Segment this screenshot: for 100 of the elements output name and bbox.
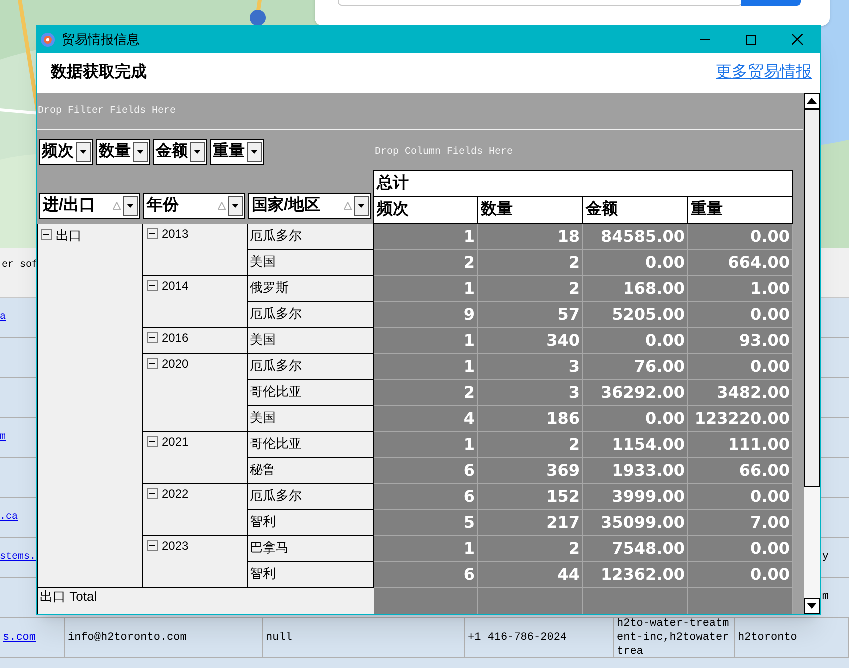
data-cell: 2 [478, 276, 583, 302]
data-cell: 369 [478, 458, 583, 484]
row-header: 2020 [162, 358, 189, 370]
row-header: 出口 [56, 229, 82, 242]
field-button[interactable]: 数量 [96, 139, 150, 165]
link[interactable]: m [0, 430, 6, 445]
dropdown-button[interactable] [247, 142, 262, 162]
data-cell: 5205.00 [583, 302, 688, 328]
row-header: 智利 [248, 510, 374, 536]
row-header: 俄罗斯 [248, 276, 374, 302]
row-header: 2021 [162, 436, 189, 448]
drop-zone-hint: Drop Filter Fields Here [38, 104, 176, 118]
data-cell: 0.00 [688, 302, 793, 328]
data-cell: 111.00 [688, 432, 793, 458]
row-header: 秘鲁 [248, 458, 374, 484]
data-cell: 123220.00 [688, 406, 793, 432]
up-arrow-icon [807, 98, 817, 104]
scroll-up-button[interactable] [804, 93, 820, 109]
down-arrow-icon [807, 603, 817, 609]
data-cell: 152 [478, 484, 583, 510]
data-cell: 1.00 [688, 276, 793, 302]
more-link[interactable]: 更多贸易情报 [716, 61, 812, 85]
scroll-down-button[interactable] [804, 598, 820, 614]
data-cell: 340 [478, 328, 583, 354]
data-cell: 84585.00 [583, 224, 688, 250]
collapse-icon[interactable] [41, 229, 52, 240]
data-cell: 7548.00 [583, 536, 688, 562]
dropdown-button[interactable] [76, 142, 91, 162]
data-cell: 217 [478, 510, 583, 536]
field-button[interactable]: 国家/地区 [248, 193, 371, 219]
data-cell: 3 [478, 380, 583, 406]
data-cell: 0.00 [688, 354, 793, 380]
data-cell: 12362.00 [583, 562, 688, 588]
row-header: 厄瓜多尔 [248, 302, 374, 328]
dropdown-button[interactable] [190, 142, 205, 162]
row-header: 美国 [248, 250, 374, 276]
data-cell: 2 [374, 380, 478, 406]
data-cell: 93.00 [688, 328, 793, 354]
data-cell: 44 [478, 562, 583, 588]
data-cell: 1 [374, 276, 478, 302]
link[interactable]: stems. [0, 550, 36, 565]
table-cell: h2to-water-treatment-inc,h2towatertrea [614, 618, 735, 657]
sort-icon [113, 202, 121, 210]
data-cell: 18 [478, 224, 583, 250]
data-cell: 5 [374, 510, 478, 536]
field-button[interactable]: 进/出口 [39, 193, 140, 219]
table-cell: null [263, 618, 465, 657]
data-cell: 1 [374, 432, 478, 458]
field-button[interactable]: 金额 [153, 139, 207, 165]
row-header: 哥伦比亚 [248, 432, 374, 458]
data-cell: 0.00 [583, 328, 688, 354]
close-icon [792, 34, 802, 45]
data-cell: 6 [374, 562, 478, 588]
cell-text: y [822, 550, 830, 566]
scroll-thumb[interactable] [804, 109, 820, 487]
link[interactable]: .ca [0, 510, 18, 525]
collapse-icon[interactable] [147, 228, 158, 239]
data-cell: 0.00 [688, 484, 793, 510]
caret-icon [358, 204, 365, 208]
column-header: 数量 [478, 197, 583, 224]
row-header: 智利 [248, 562, 374, 588]
scrollbar[interactable] [803, 93, 820, 614]
data-cell: 1933.00 [583, 458, 688, 484]
data-cell: 35099.00 [583, 510, 688, 536]
row-header: 美国 [248, 328, 374, 354]
column-header: 总计 [373, 170, 793, 197]
data-cell: 3999.00 [583, 484, 688, 510]
collapse-icon[interactable] [147, 436, 158, 447]
data-cell: 2 [478, 250, 583, 276]
data-cell: 168.00 [583, 276, 688, 302]
link[interactable]: a [0, 310, 6, 325]
drop-zone-hint: Drop Column Fields Here [375, 146, 514, 160]
collapse-icon[interactable] [147, 332, 158, 343]
collapse-icon[interactable] [147, 280, 158, 291]
status-text: 数据获取完成 [51, 62, 147, 83]
collapse-icon[interactable] [147, 540, 158, 551]
data-cell: 0.00 [583, 250, 688, 276]
field-button[interactable]: 重量 [210, 139, 264, 165]
data-cell: 7.00 [688, 510, 793, 536]
table-cell: h2toronto [735, 618, 849, 657]
data-cell: 9 [374, 302, 478, 328]
link[interactable]: s.com [0, 618, 65, 657]
row-header: 出口 Total [37, 588, 374, 614]
app-icon [40, 32, 56, 48]
field-button[interactable]: 年份 [143, 193, 245, 219]
dropdown-button[interactable] [133, 142, 148, 162]
dropdown-button[interactable] [123, 196, 138, 216]
data-cell: 1154.00 [583, 432, 688, 458]
data-cell: 0.00 [688, 562, 793, 588]
collapse-icon[interactable] [147, 488, 158, 499]
row-header: 厄瓜多尔 [248, 354, 374, 380]
column-header: 重量 [688, 197, 793, 224]
column-header: 频次 [373, 197, 478, 224]
dropdown-button[interactable] [228, 196, 243, 216]
data-cell: 2 [374, 250, 478, 276]
field-button[interactable]: 频次 [39, 139, 93, 165]
row-header: 厄瓜多尔 [248, 484, 374, 510]
dropdown-button[interactable] [354, 196, 369, 216]
collapse-icon[interactable] [147, 358, 158, 369]
sort-icon [344, 202, 352, 210]
